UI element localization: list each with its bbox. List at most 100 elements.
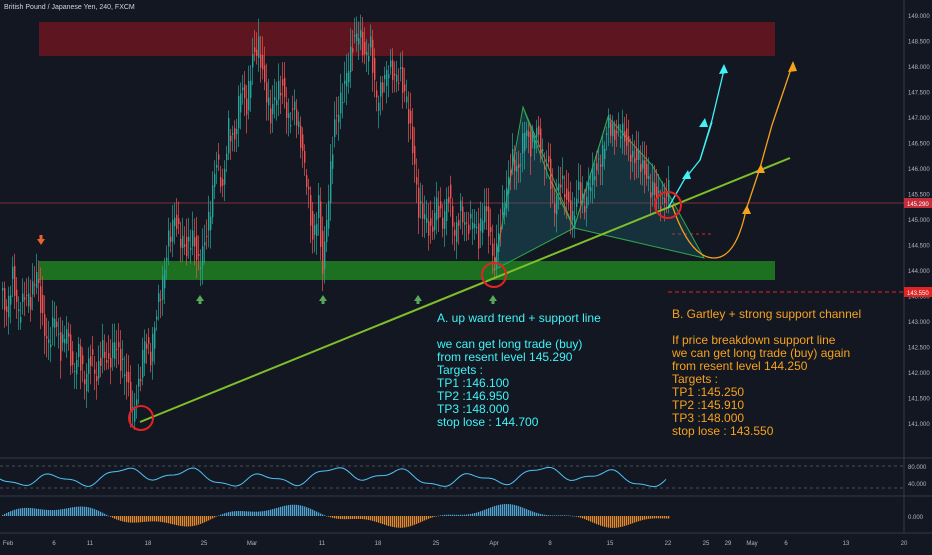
- stop-price-label: 143.550: [907, 291, 929, 297]
- candle-body: [380, 82, 382, 97]
- macd-bar: [448, 514, 450, 516]
- candle-body: [402, 67, 404, 93]
- x-tick-label: 29: [725, 541, 732, 547]
- candle-body: [128, 372, 130, 383]
- macd-bar: [210, 516, 212, 520]
- macd-bar: [640, 516, 642, 521]
- macd-bar: [520, 506, 522, 516]
- candle-body: [524, 132, 526, 152]
- x-tick-label: 20: [901, 541, 908, 547]
- macd-bar: [50, 510, 52, 516]
- macd-bar: [12, 510, 14, 516]
- macd-bar: [334, 516, 336, 519]
- macd-bar: [152, 516, 154, 522]
- macd-bar: [290, 504, 292, 516]
- macd-bar: [20, 508, 22, 516]
- macd-bar: [402, 516, 404, 528]
- macd-bar: [22, 508, 24, 516]
- macd-bar: [362, 516, 364, 520]
- y-tick-label: 149.000: [908, 14, 930, 20]
- candle-body: [146, 343, 148, 349]
- candle-body: [74, 370, 76, 372]
- macd-bar: [500, 504, 502, 516]
- candle-body: [360, 30, 362, 38]
- macd-bar: [652, 516, 654, 519]
- candle-body: [520, 164, 522, 166]
- macd-bar: [46, 509, 48, 516]
- candle-body: [270, 108, 272, 124]
- macd-bar: [38, 508, 40, 516]
- candle-body: [102, 340, 104, 358]
- candle-body: [342, 102, 344, 104]
- candle-body: [522, 133, 524, 154]
- candle-body: [254, 47, 256, 53]
- candle-body: [572, 210, 574, 221]
- candle-body: [538, 125, 540, 135]
- candle-body: [536, 127, 538, 138]
- candle-body: [638, 149, 640, 160]
- macd-bar: [200, 516, 202, 524]
- macd-bar: [612, 516, 614, 528]
- macd-bar: [582, 516, 584, 519]
- candle-body: [50, 344, 52, 348]
- candle-body: [374, 57, 376, 80]
- candle-body: [104, 351, 106, 359]
- candle-body: [574, 215, 576, 229]
- resistance-zone: [39, 22, 775, 56]
- chart-stage[interactable]: 149.000 148.500 148.000 147.500 147.000 146.5…: [0, 0, 932, 550]
- candle-body: [38, 279, 40, 283]
- candle-body: [428, 221, 430, 236]
- signal-down-arrow: [39, 235, 43, 239]
- candle-body: [444, 211, 446, 229]
- macd-bar: [560, 515, 562, 516]
- macd-bar: [416, 516, 418, 524]
- macd-bar: [648, 516, 650, 519]
- candle-body: [258, 36, 260, 59]
- annotation-a-line: stop lose : 144.700: [437, 415, 539, 429]
- macd-bar: [64, 508, 66, 516]
- candle-body: [44, 314, 46, 336]
- macd-bar: [346, 516, 348, 520]
- macd-bar: [138, 516, 140, 523]
- candle-body: [534, 140, 536, 149]
- macd-bar: [132, 516, 134, 523]
- x-tick-label: Apr: [489, 541, 498, 547]
- macd-bar: [440, 515, 442, 516]
- candle-body: [244, 84, 246, 99]
- macd-bar: [172, 516, 174, 525]
- candle-body: [106, 360, 108, 363]
- candle-body: [90, 356, 92, 366]
- macd-bar: [224, 513, 226, 516]
- macd-bar: [264, 510, 266, 516]
- candle-body: [332, 154, 334, 169]
- candle-body: [24, 297, 26, 300]
- macd-bar: [340, 516, 342, 520]
- candle-body: [364, 42, 366, 55]
- price-chart[interactable]: 149.000 148.500 148.000 147.500 147.000 146.5…: [0, 0, 932, 550]
- candle-body: [356, 33, 358, 42]
- macd-bar: [48, 510, 50, 516]
- macd-bar: [90, 507, 92, 516]
- support-up-arrow: [416, 300, 420, 304]
- macd-bar: [554, 515, 556, 516]
- candle-body: [206, 235, 208, 237]
- candle-body: [354, 35, 356, 37]
- candle-body: [58, 333, 60, 335]
- macd-bar: [154, 516, 156, 522]
- macd-bar: [410, 516, 412, 527]
- candle-body: [272, 103, 274, 115]
- macd-bar: [16, 509, 18, 516]
- macd-bar: [660, 516, 662, 519]
- macd-bar: [236, 511, 238, 516]
- macd-bar: [178, 516, 180, 526]
- candle-body: [314, 225, 316, 235]
- macd-bar: [196, 516, 198, 526]
- candle-body: [564, 193, 566, 198]
- candle-body: [492, 243, 494, 256]
- macd-bar: [442, 515, 444, 516]
- macd-bar: [308, 507, 310, 516]
- macd-bar: [406, 516, 408, 528]
- candle-body: [352, 48, 354, 53]
- macd-bar: [310, 508, 312, 516]
- macd-bar: [354, 516, 356, 519]
